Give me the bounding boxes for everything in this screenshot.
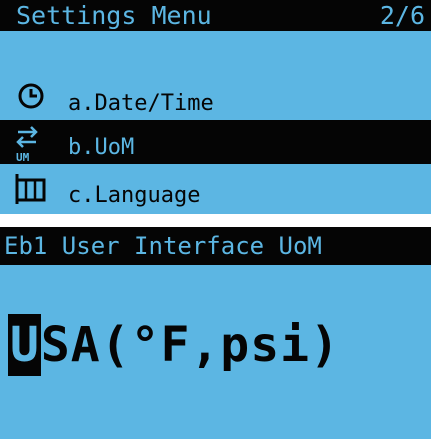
title-bar: Settings Menu 2/6 xyxy=(0,0,431,31)
page-indicator: 2/6 xyxy=(379,1,425,30)
menu-item-label: c.Language xyxy=(68,183,201,208)
clock-icon xyxy=(14,80,54,120)
svg-text:UM: UM xyxy=(16,151,30,164)
settings-menu-screen: Settings Menu 2/6 a.Date/Time UM b.UoM c… xyxy=(0,0,431,214)
menu-item-uom[interactable]: UM b.UoM xyxy=(0,120,431,164)
menu-item-label: b.UoM xyxy=(68,135,135,160)
uom-header-title: Eb1 User Interface UoM xyxy=(4,232,322,260)
menu-title: Settings Menu xyxy=(16,1,212,30)
uom-value-text: SA(°F,psi) xyxy=(40,317,340,373)
edit-cursor: U xyxy=(8,314,41,376)
menu-item-language[interactable]: c.Language xyxy=(0,168,431,212)
uom-setting-screen: Eb1 User Interface UoM U SA(°F,psi) xyxy=(0,227,431,439)
uom-value-field[interactable]: U SA(°F,psi) xyxy=(8,313,340,377)
menu-item-date-time[interactable]: a.Date/Time xyxy=(0,76,431,120)
uom-header-bar: Eb1 User Interface UoM xyxy=(0,227,431,265)
units-swap-icon: UM xyxy=(14,124,54,164)
language-book-icon xyxy=(14,172,54,212)
